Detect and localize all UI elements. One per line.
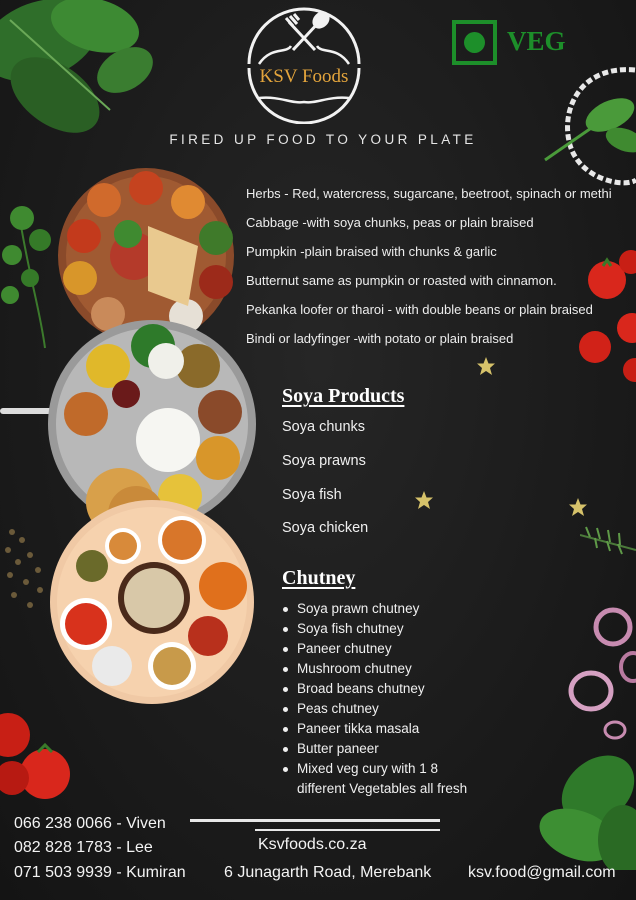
bullet-icon <box>283 627 288 632</box>
chutney-item: Soya prawn chutney <box>297 601 420 616</box>
tagline: FIRED UP FOOD TO YOUR PLATE <box>169 132 477 147</box>
phone-kumiran: 071 503 9939 - Kumiran <box>14 864 186 881</box>
chalk-stroke <box>190 819 440 822</box>
chutney-item: Soya fish chutney <box>297 621 404 636</box>
vegetable-item: Butternut same as pumpkin or roasted wit… <box>246 273 557 288</box>
vegetable-item: Herbs - Red, watercress, sugarcane, beet… <box>246 186 612 201</box>
soya-heading: Soya Products <box>282 385 405 407</box>
bullet-icon <box>283 767 288 772</box>
onion-rings-image <box>568 607 636 740</box>
veg-dot-icon <box>464 32 485 53</box>
ksv-logo <box>247 7 361 124</box>
star-icon <box>477 357 495 375</box>
vegetable-item: Bindi or ladyfinger -with potato or plai… <box>246 331 514 346</box>
bullet-icon <box>283 687 288 692</box>
email-link[interactable]: ksv.food@gmail.com <box>468 864 616 882</box>
star-icon <box>415 491 433 509</box>
phone-lee: 082 828 1783 - Lee <box>14 839 153 856</box>
bullet-icon <box>283 607 288 612</box>
vegetable-item: Cabbage -with soya chunks, peas or plain… <box>246 215 534 230</box>
bullet-icon <box>283 647 288 652</box>
fork-spoon-icon <box>284 11 330 52</box>
chutney-item: Mushroom chutney <box>297 661 412 676</box>
soya-item: Soya fish <box>282 487 342 503</box>
star-icon <box>569 498 587 516</box>
soya-item: Soya prawns <box>282 453 366 469</box>
thali-plates-image <box>48 168 256 704</box>
chutney-item: Mixed veg cury with 1 8 <box>297 761 439 776</box>
soya-item: Soya chunks <box>282 419 366 435</box>
brand-name: KSV Foods <box>259 66 349 87</box>
chalk-stroke <box>0 408 52 414</box>
chalk-stroke <box>255 829 440 831</box>
chutney-heading: Chutney <box>282 567 356 589</box>
chutney-item: Paneer chutney <box>297 641 392 656</box>
vegetable-item: Pumpkin -plain braised with chunks & gar… <box>246 244 497 259</box>
bullet-icon <box>283 747 288 752</box>
chutney-item: different Vegetables all fresh <box>297 781 468 796</box>
bullet-icon <box>283 667 288 672</box>
veg-label: VEG <box>507 26 566 56</box>
peppercorns-image <box>5 529 43 608</box>
chalk-ring-basil-image <box>544 67 636 186</box>
chutney-item: Paneer tikka masala <box>297 721 420 736</box>
website-link[interactable]: Ksvfoods.co.za <box>258 836 367 854</box>
chutney-item: Peas chutney <box>297 701 379 716</box>
rosemary-sprig-image <box>580 526 636 555</box>
spinach-leaves-image <box>0 0 153 133</box>
vegetable-item: Pekanka loofer or tharoi - with double b… <box>246 302 593 317</box>
chutney-item: Butter paneer <box>297 741 379 756</box>
bullet-icon <box>283 727 288 732</box>
address: 6 Junagarth Road, Merebank <box>224 864 432 881</box>
bullet-icon <box>283 707 288 712</box>
tomatoes-bottom-image <box>0 713 70 799</box>
phone-viven: 066 238 0066 - Viven <box>14 815 166 832</box>
spinach-bunch-image <box>539 755 636 870</box>
menu-poster: KSV Foods FIRED UP FOOD TO YOUR PLATE VE… <box>0 0 636 900</box>
soya-item: Soya chicken <box>282 520 369 536</box>
chutney-item: Broad beans chutney <box>297 681 425 696</box>
